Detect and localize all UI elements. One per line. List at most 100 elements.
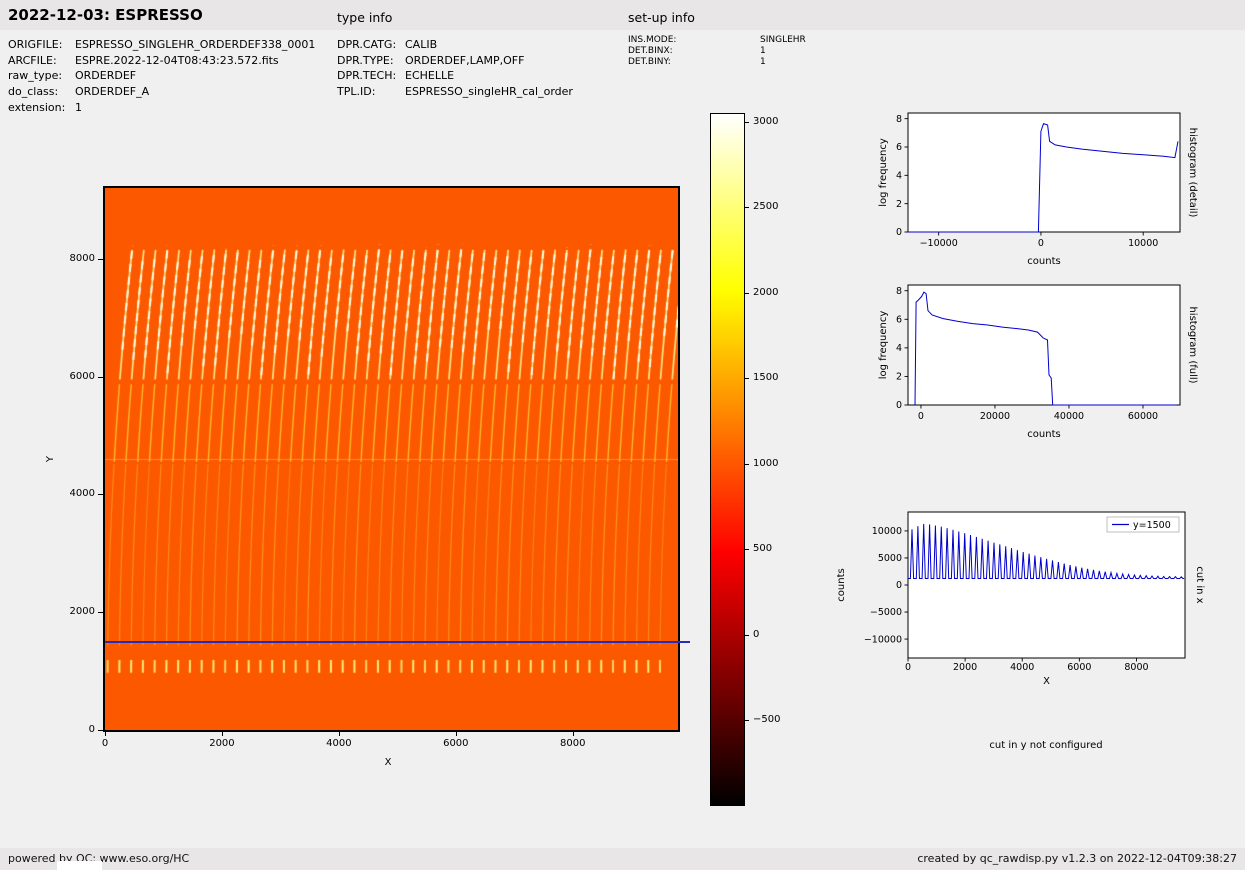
svg-text:cut in x: cut in x [1194,566,1205,603]
colorbar-tick [745,549,749,551]
setup-info-block: INS.MODE: SINGLEHR DET.BINX: 1 DET.BINY: 1 [628,35,806,67]
meta-row-detbinx: DET.BINX: 1 [628,46,806,57]
svg-text:60000: 60000 [1128,411,1158,422]
main-x-tick [455,732,457,736]
meta-label: DPR.CATG: [337,38,397,51]
colorbar-tick-label: 2000 [753,286,779,298]
colorbar-tick-label: −500 [753,714,781,726]
svg-text:log frequency: log frequency [878,138,889,207]
svg-text:2: 2 [896,199,902,210]
svg-text:histogram (detail): histogram (detail) [1187,128,1198,218]
colorbar-tick-label: 2500 [753,201,779,213]
meta-value: 1 [75,100,82,114]
svg-text:10000: 10000 [872,526,902,537]
file-info-block: ORIGFILE: ESPRESSO_SINGLEHR_ORDERDEF338_0… [8,37,315,115]
meta-value: CALIB [405,38,438,51]
meta-value: ECHELLE [405,69,455,83]
meta-value: 1 [760,56,766,67]
svg-text:counts: counts [1027,256,1060,267]
colorbar-tick [745,463,749,465]
meta-row-doclass: do_class: ORDERDEF_A [8,84,315,100]
main-y-axis-label: Y [45,455,56,463]
main-x-tick-label: 4000 [326,738,352,749]
footer-white-notch [57,861,102,870]
header-bar: 2022-12-03: ESPRESSO type info set-up in… [0,0,1245,30]
svg-text:2000: 2000 [953,662,977,673]
meta-value: ESPRE.2022-12-04T08:43:23.572.fits [75,53,279,67]
main-y-tick [98,612,103,614]
meta-label: ORIGFILE: [8,38,63,51]
meta-value: ESPRESSO_singleHR_cal_order [405,85,573,99]
svg-text:6000: 6000 [1067,662,1091,673]
type-info-block: DPR.CATG: CALIB DPR.TYPE: ORDERDEF,LAMP,OF… [337,37,573,100]
meta-value: ORDERDEF_A [75,85,150,99]
colorbar-tick [745,121,749,123]
colorbar-tick-label: 3000 [753,115,779,127]
page-title: 2022-12-03: ESPRESSO [8,6,203,24]
main-x-tick-label: 8000 [560,738,586,749]
svg-text:−10000: −10000 [864,634,902,645]
meta-row-detbiny: DET.BINY: 1 [628,57,806,68]
type-info-heading: type info [337,10,393,25]
svg-text:0: 0 [896,227,902,238]
svg-text:X: X [1043,676,1050,687]
svg-text:6: 6 [896,314,902,325]
svg-text:0: 0 [896,580,902,591]
main-y-tick-label: 0 [88,724,95,735]
main-y-tick-label: 8000 [69,252,95,264]
main-x-tick-label: 2000 [209,738,235,749]
meta-label: ARCFILE: [8,53,57,67]
svg-text:log frequency: log frequency [878,311,889,380]
svg-text:histogram (full): histogram (full) [1187,306,1198,383]
setup-info-heading: set-up info [628,10,695,25]
colorbar-tick-label: 1500 [753,372,779,384]
main-y-tick [98,494,103,496]
svg-text:0: 0 [918,411,924,422]
meta-value: ORDERDEF [75,69,137,83]
svg-text:20000: 20000 [980,411,1010,422]
cut-in-y-note: cut in y not configured [989,740,1103,751]
meta-value: ESPRESSO_SINGLEHR_ORDERDEF338_0001 [75,38,316,51]
meta-label: DET.BINY: [628,56,671,67]
meta-row-origfile: ORIGFILE: ESPRESSO_SINGLEHR_ORDERDEF338_0… [8,37,315,53]
raw-image-canvas [105,188,678,730]
main-x-axis-label: X [384,757,392,768]
svg-text:40000: 40000 [1054,411,1084,422]
colorbar-tick-label: 1000 [753,457,779,469]
main-x-tick [572,732,574,736]
meta-row-dprcatg: DPR.CATG: CALIB [337,37,573,53]
meta-label: do_class: [8,85,59,99]
meta-label: DPR.TECH: [337,69,397,83]
histogram-detail-chart: −10000 0 10000 0 2 4 6 8 counts log frequency hist… [878,112,1198,267]
svg-text:5000: 5000 [878,553,902,564]
main-x-tick [221,732,223,736]
main-y-tick-label: 2000 [69,606,95,618]
main-y-tick-label: 4000 [69,488,95,500]
meta-row-extension: extension: 1 [8,100,315,116]
colorbar-tick [745,720,749,722]
main-y-tick-label: 6000 [69,370,95,382]
svg-text:8000: 8000 [1124,662,1148,673]
colorbar-tick [745,207,749,209]
footer-bar: powered by QC: www.eso.org/HC created by… [0,848,1245,870]
meta-row-tplid: TPL.ID: ESPRESSO_singleHR_cal_order [337,84,573,100]
meta-label: extension: [8,100,66,114]
main-x-tick-label: 6000 [443,738,469,749]
meta-row-dprtech: DPR.TECH: ECHELLE [337,68,573,84]
svg-text:0: 0 [896,400,902,411]
meta-row-insmode: INS.MODE: SINGLEHR [628,35,806,46]
meta-value: SINGLEHR [760,35,806,45]
main-y-tick [98,730,103,731]
colorbar-tick-label: 0 [753,628,760,640]
main-y-tick [98,258,103,260]
colorbar-tick [745,378,749,380]
main-x-tick-label: 0 [101,738,109,749]
meta-label: raw_type: [8,69,63,83]
histogram-full-chart: 0 20000 40000 60000 0 2 4 6 8 counts log frequency… [878,284,1198,440]
svg-text:counts: counts [836,568,847,601]
colorbar-tick [745,292,749,294]
svg-text:8: 8 [896,114,902,125]
colorbar-gradient [710,113,745,806]
cut-line-y1500 [105,641,690,643]
footer-right-text: created by qc_rawdisp.py v1.2.3 on 2022-… [917,852,1237,865]
